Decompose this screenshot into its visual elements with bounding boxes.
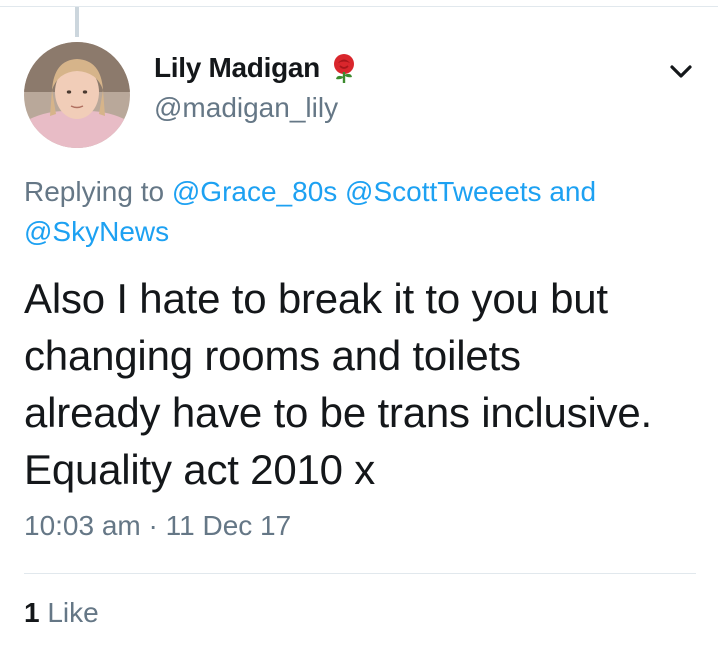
tweet-text-line: already have to be trans inclusive. (24, 389, 653, 436)
mention-conjunction[interactable]: and (549, 176, 596, 207)
like-count-value: 1 (24, 597, 40, 628)
replying-to: Replying to @Grace_80s @ScottTweeets and… (24, 172, 684, 252)
user-handle[interactable]: @madigan_lily (154, 92, 360, 124)
rose-icon (328, 52, 360, 84)
tweet-text-line: Also I hate to break it to you but (24, 275, 608, 322)
chevron-down-icon[interactable] (668, 62, 694, 82)
like-count[interactable]: 1 Like (24, 597, 99, 629)
mention-link[interactable]: @SkyNews (24, 216, 169, 247)
avatar-image (24, 42, 130, 148)
stats-divider (24, 573, 696, 574)
name-row: Lily Madigan (154, 52, 360, 84)
replying-to-prefix: Replying to (24, 176, 165, 207)
thread-connector (75, 7, 79, 37)
author-block: Lily Madigan @madigan_lily (154, 52, 360, 124)
top-divider (0, 6, 718, 7)
mention-link[interactable]: @ScottTweeets (345, 176, 542, 207)
tweet-text: Also I hate to break it to you but chang… (24, 270, 704, 498)
like-count-label: Like (47, 597, 99, 628)
mention-link[interactable]: @Grace_80s (172, 176, 337, 207)
tweet-timestamp[interactable]: 10:03 am · 11 Dec 17 (24, 510, 291, 542)
avatar[interactable] (24, 42, 130, 148)
tweet-text-line: Equality act 2010 x (24, 446, 376, 493)
display-name[interactable]: Lily Madigan (154, 52, 320, 84)
tweet-text-line: changing rooms and toilets (24, 332, 521, 379)
